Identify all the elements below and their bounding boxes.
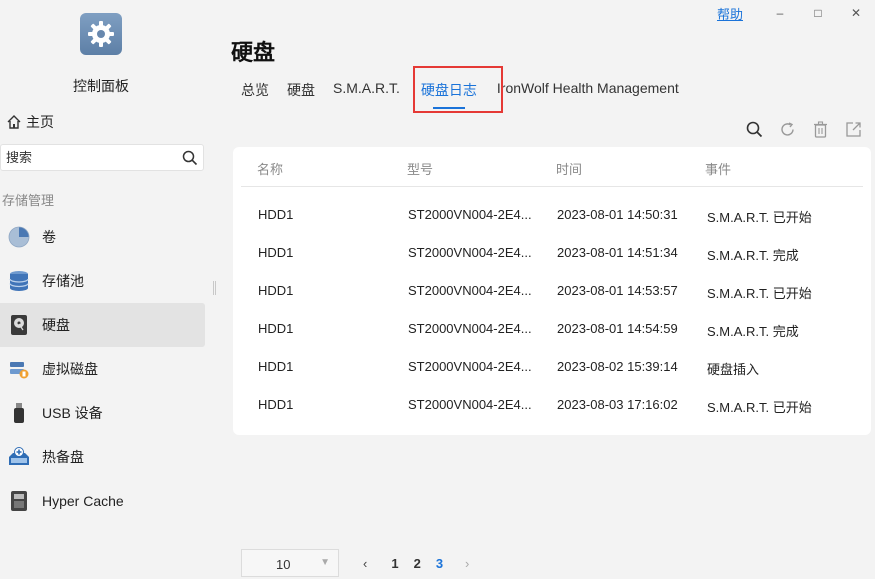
sidebar-resize-handle[interactable] <box>213 281 216 295</box>
page-title: 硬盘 <box>231 40 276 65</box>
sidebar-search <box>0 144 204 171</box>
sidebar-item-label: USB 设备 <box>42 405 103 421</box>
control-panel-gear-icon <box>80 13 122 55</box>
table-row[interactable]: HDD1 ST2000VN004-2E4... 2023-08-01 14:51… <box>233 235 871 273</box>
sidebar: 控制面板 主页 存储管理 卷 <box>0 0 215 579</box>
chevron-down-icon: ▼ <box>320 557 330 568</box>
column-header-model[interactable]: 型号 <box>407 159 433 178</box>
tab-overview[interactable]: 总览 <box>241 80 269 106</box>
close-button[interactable]: ✕ <box>837 6 875 20</box>
cell-model: ST2000VN004-2E4... <box>408 321 532 336</box>
sidebar-item-hot-spare[interactable]: 热备盘 <box>0 435 205 479</box>
sidebar-item-volume[interactable]: 卷 <box>0 215 205 259</box>
cell-name: HDD1 <box>258 321 294 336</box>
sidebar-item-hard-disk[interactable]: 硬盘 <box>0 303 205 347</box>
cell-name: HDD1 <box>258 397 294 412</box>
page-size-select[interactable]: 10 ▼ <box>241 549 339 577</box>
cell-event: S.M.A.R.T. 已开始 <box>707 400 812 415</box>
hot-spare-icon <box>8 446 30 468</box>
cell-model: ST2000VN004-2E4... <box>408 207 532 222</box>
tab-ironwolf-health[interactable]: IronWolf Health Management <box>497 80 679 106</box>
sidebar-item-label: Hyper Cache <box>42 493 124 509</box>
window-controls: 帮助 – □ ✕ <box>717 0 875 26</box>
home-label: 主页 <box>26 114 54 130</box>
cell-name: HDD1 <box>258 207 294 222</box>
cell-event: S.M.A.R.T. 完成 <box>707 324 799 339</box>
export-icon[interactable] <box>837 118 870 140</box>
cell-model: ST2000VN004-2E4... <box>408 359 532 374</box>
delete-icon[interactable] <box>804 118 837 140</box>
search-icon[interactable] <box>182 150 198 166</box>
sidebar-item-usb[interactable]: USB 设备 <box>0 391 205 435</box>
cell-event: S.M.A.R.T. 完成 <box>707 248 799 263</box>
help-link[interactable]: 帮助 <box>717 4 743 23</box>
home-link[interactable]: 主页 <box>6 112 54 132</box>
sidebar-item-label: 卷 <box>42 229 56 245</box>
toolbar <box>738 118 870 140</box>
app-title: 控制面板 <box>73 78 129 94</box>
sidebar-item-virtual-disk[interactable]: 虚拟磁盘 <box>0 347 205 391</box>
cell-model: ST2000VN004-2E4... <box>408 245 532 260</box>
refresh-icon[interactable] <box>771 118 804 140</box>
sidebar-item-storage-pool[interactable]: 存储池 <box>0 259 205 303</box>
cell-time: 2023-08-01 14:53:57 <box>557 283 678 298</box>
sidebar-search-input[interactable] <box>1 149 178 166</box>
pagination: 10 ▼ ‹ 1 2 3 › <box>241 548 469 578</box>
cell-name: HDD1 <box>258 245 294 260</box>
cell-event: 硬盘插入 <box>707 362 760 377</box>
page-3-button[interactable]: 3 <box>436 556 443 571</box>
column-header-time[interactable]: 时间 <box>556 159 582 178</box>
sidebar-item-label: 硬盘 <box>42 317 70 333</box>
minimize-button[interactable]: – <box>761 6 799 20</box>
cell-time: 2023-08-01 14:51:34 <box>557 245 678 260</box>
hard-disk-icon <box>8 314 30 336</box>
tab-smart[interactable]: S.M.A.R.T. <box>333 80 400 106</box>
disk-log-table: 名称 型号 时间 事件 HDD1 ST2000VN004-2E4... 2023… <box>233 147 871 435</box>
column-header-name[interactable]: 名称 <box>257 159 283 178</box>
cell-time: 2023-08-02 15:39:14 <box>557 359 678 374</box>
hyper-cache-icon <box>8 490 30 512</box>
sidebar-item-label: 热备盘 <box>42 449 84 465</box>
prev-page-button[interactable]: ‹ <box>363 556 367 571</box>
home-icon <box>7 115 21 129</box>
storage-pool-icon <box>8 270 30 292</box>
sidebar-item-label: 存储池 <box>42 273 84 289</box>
cell-time: 2023-08-01 14:50:31 <box>557 207 678 222</box>
sidebar-item-hyper-cache[interactable]: Hyper Cache <box>0 479 205 523</box>
tab-hard-disk[interactable]: 硬盘 <box>287 80 315 106</box>
cell-event: S.M.A.R.T. 已开始 <box>707 286 812 301</box>
cell-model: ST2000VN004-2E4... <box>408 397 532 412</box>
volume-pie-icon <box>8 226 30 248</box>
cell-time: 2023-08-03 17:16:02 <box>557 397 678 412</box>
highlight-box <box>413 66 503 113</box>
table-row[interactable]: HDD1 ST2000VN004-2E4... 2023-08-03 17:16… <box>233 387 871 425</box>
table-row[interactable]: HDD1 ST2000VN004-2E4... 2023-08-01 14:50… <box>233 197 871 235</box>
section-label-storage: 存储管理 <box>2 193 55 208</box>
table-row[interactable]: HDD1 ST2000VN004-2E4... 2023-08-01 14:54… <box>233 311 871 349</box>
usb-icon <box>8 402 30 424</box>
column-header-event[interactable]: 事件 <box>705 159 731 178</box>
search-icon[interactable] <box>738 118 771 140</box>
table-row[interactable]: HDD1 ST2000VN004-2E4... 2023-08-01 14:53… <box>233 273 871 311</box>
table-header: 名称 型号 时间 事件 <box>241 147 863 187</box>
next-page-button[interactable]: › <box>465 556 469 571</box>
cell-time: 2023-08-01 14:54:59 <box>557 321 678 336</box>
cell-event: S.M.A.R.T. 已开始 <box>707 210 812 225</box>
cell-name: HDD1 <box>258 283 294 298</box>
sidebar-item-label: 虚拟磁盘 <box>42 361 98 377</box>
table-row[interactable]: HDD1 ST2000VN004-2E4... 2023-08-02 15:39… <box>233 349 871 387</box>
cell-model: ST2000VN004-2E4... <box>408 283 532 298</box>
page-size-value: 10 <box>276 557 291 572</box>
virtual-disk-icon <box>8 358 30 380</box>
cell-name: HDD1 <box>258 359 294 374</box>
page-2-button[interactable]: 2 <box>414 556 421 571</box>
maximize-button[interactable]: □ <box>799 6 837 20</box>
page-1-button[interactable]: 1 <box>391 556 398 571</box>
